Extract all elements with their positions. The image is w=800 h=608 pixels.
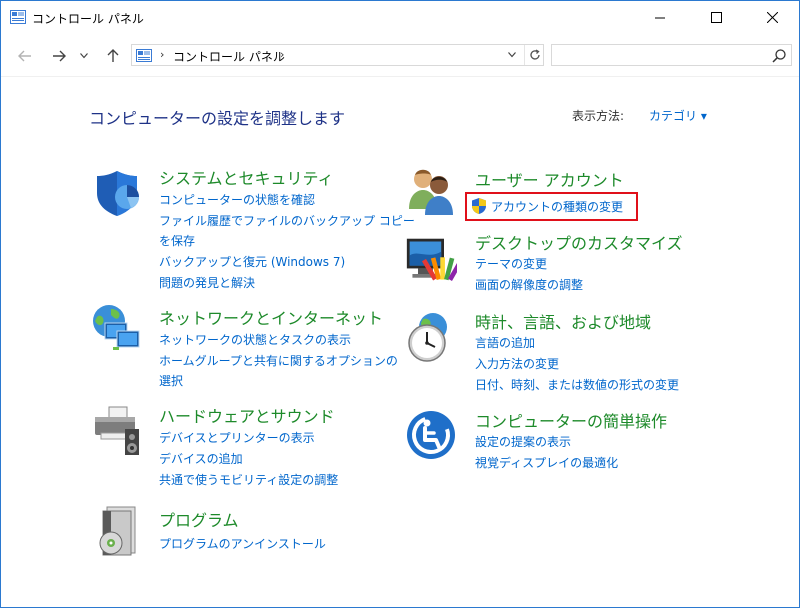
up-arrow-icon xyxy=(107,49,119,62)
highlight-box xyxy=(465,192,638,221)
category-ease-of-access[interactable]: コンピューターの簡単操作 xyxy=(475,408,667,432)
category-appearance-personalization[interactable]: デスクトップのカスタマイズ xyxy=(475,230,683,254)
link-check-computer-status[interactable]: コンピューターの状態を確認 xyxy=(159,192,315,208)
view-by-dropdown[interactable]: カテゴリ ▾ xyxy=(649,107,707,124)
link-suggest-settings[interactable]: 設定の提案の表示 xyxy=(475,434,571,450)
monitor-icon[interactable] xyxy=(405,235,457,287)
up-button[interactable] xyxy=(102,46,124,66)
address-dropdown-button[interactable] xyxy=(502,45,522,65)
divider xyxy=(1,76,799,77)
breadcrumb-separator-icon[interactable]: › xyxy=(160,48,164,61)
close-button[interactable] xyxy=(749,1,795,33)
view-by-label: 表示方法: xyxy=(572,109,625,123)
page-title: コンピューターの設定を調整します xyxy=(89,109,346,128)
printer-icon[interactable] xyxy=(91,405,143,457)
address-bar[interactable]: › コントロール パネル › xyxy=(131,44,544,66)
network-icon[interactable] xyxy=(91,303,143,355)
link-mobility-settings[interactable]: 共通で使うモビリティ設定の調整 xyxy=(159,472,338,488)
title-bar: コントロール パネル xyxy=(1,1,799,33)
link-devices-printers[interactable]: デバイスとプリンターの表示 xyxy=(159,430,315,446)
users-icon[interactable] xyxy=(407,165,459,217)
link-file-history-backup-cont[interactable]: を保存 xyxy=(159,233,195,249)
window-title: コントロール パネル xyxy=(32,12,144,26)
chevron-down-icon xyxy=(508,52,516,58)
search-icon[interactable] xyxy=(771,48,787,64)
category-system-security[interactable]: システムとセキュリティ xyxy=(159,165,334,189)
link-uninstall-program[interactable]: プログラムのアンインストール xyxy=(159,536,326,552)
breadcrumb-separator-icon[interactable]: › xyxy=(280,48,284,61)
forward-arrow-icon xyxy=(53,50,66,62)
shield-icon[interactable] xyxy=(93,167,145,219)
search-box[interactable] xyxy=(551,44,792,66)
link-network-status[interactable]: ネットワークの状態とタスクの表示 xyxy=(159,332,351,348)
ease-of-access-icon[interactable] xyxy=(405,409,457,461)
maximize-button[interactable] xyxy=(693,1,739,33)
search-input[interactable] xyxy=(556,47,761,63)
link-optimize-visual-display[interactable]: 視覚ディスプレイの最適化 xyxy=(475,455,618,471)
link-homegroup-sharing-cont[interactable]: 選択 xyxy=(159,373,183,389)
clock-icon[interactable] xyxy=(405,311,457,363)
link-file-history-backup[interactable]: ファイル履歴でファイルのバックアップ コピー xyxy=(159,213,415,229)
chevron-down-icon xyxy=(80,53,88,59)
maximize-icon xyxy=(710,11,722,23)
programs-icon[interactable] xyxy=(93,505,145,557)
link-change-input-method[interactable]: 入力方法の変更 xyxy=(475,356,559,372)
navigation-bar: › コントロール パネル › xyxy=(1,33,799,75)
category-programs[interactable]: プログラム xyxy=(159,507,239,531)
back-button[interactable] xyxy=(14,46,36,66)
link-change-date-format[interactable]: 日付、時刻、または数値の形式の変更 xyxy=(475,377,679,393)
category-clock-language-region[interactable]: 時計、言語、および地域 xyxy=(475,309,651,333)
forward-button[interactable] xyxy=(48,46,70,66)
category-user-accounts[interactable]: ユーザー アカウント xyxy=(475,167,624,191)
category-hardware-sound[interactable]: ハードウェアとサウンド xyxy=(159,403,335,427)
control-panel-window: コントロール パネル › コントロール パネル › コンピューターの設定を調整し… xyxy=(0,0,800,608)
link-backup-restore[interactable]: バックアップと復元 (Windows 7) xyxy=(159,254,345,270)
breadcrumb-control-panel[interactable]: コントロール パネル xyxy=(173,48,285,65)
back-arrow-icon xyxy=(18,50,31,62)
link-change-theme[interactable]: テーマの変更 xyxy=(475,256,547,272)
close-icon xyxy=(766,11,778,23)
category-network-internet[interactable]: ネットワークとインターネット xyxy=(159,305,383,329)
link-add-device[interactable]: デバイスの追加 xyxy=(159,451,243,467)
link-adjust-resolution[interactable]: 画面の解像度の調整 xyxy=(475,277,583,293)
control-panel-icon xyxy=(10,10,26,24)
minimize-button[interactable] xyxy=(637,1,683,33)
link-homegroup-sharing[interactable]: ホームグループと共有に関するオプションの xyxy=(159,353,398,369)
minimize-icon xyxy=(654,17,665,18)
link-find-fix-problems[interactable]: 問題の発見と解決 xyxy=(159,275,255,291)
link-add-language[interactable]: 言語の追加 xyxy=(475,335,535,351)
refresh-icon xyxy=(529,49,540,60)
refresh-button[interactable] xyxy=(524,45,544,65)
recent-locations-button[interactable] xyxy=(77,46,91,66)
control-panel-icon xyxy=(136,49,152,62)
